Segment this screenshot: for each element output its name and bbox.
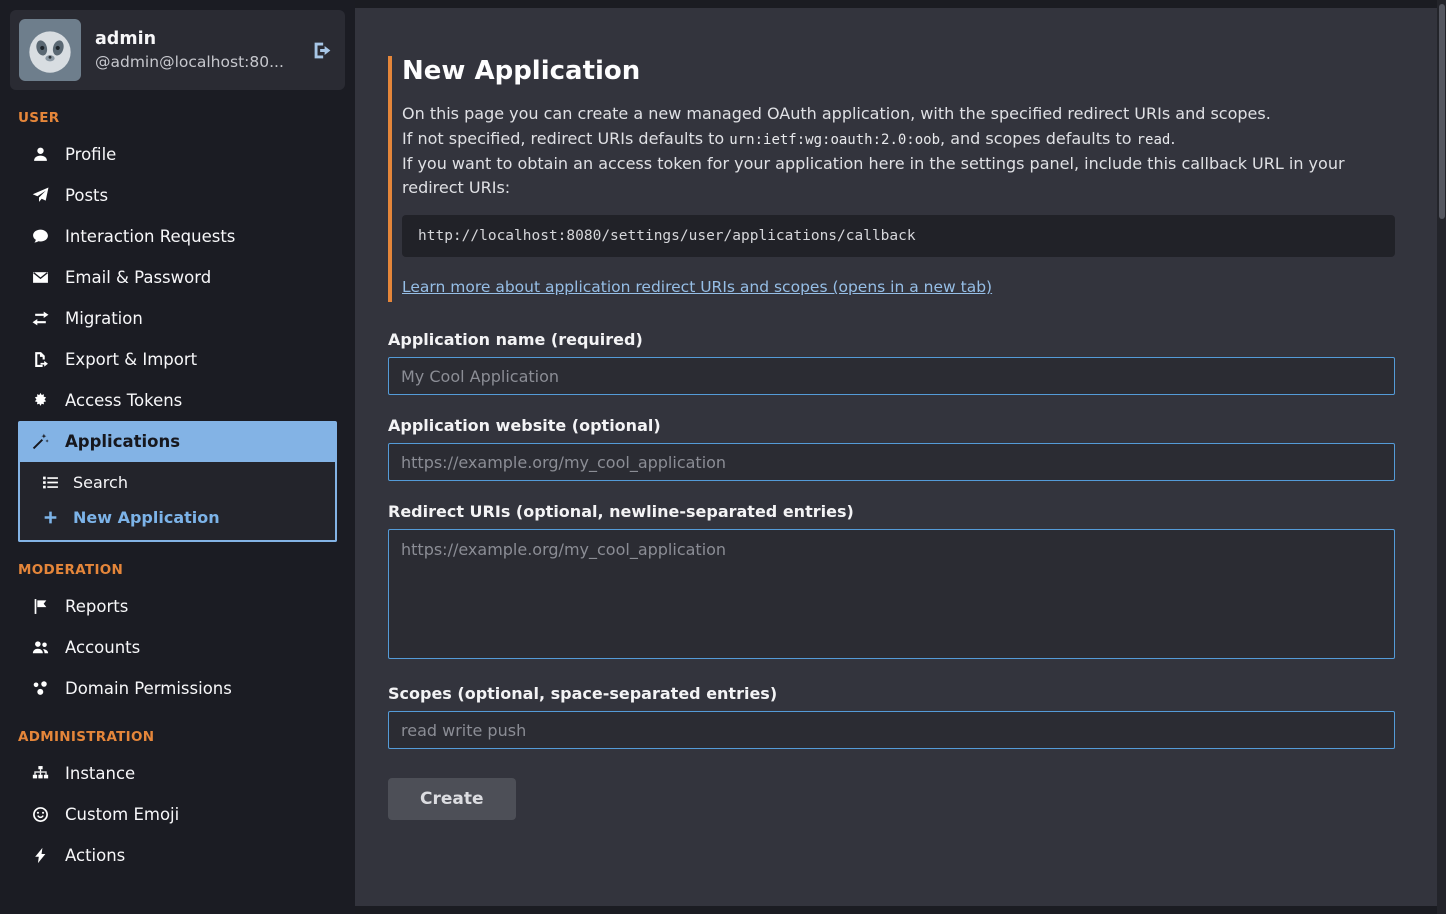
users-icon [30,639,50,656]
read-code: read [1137,132,1171,148]
sidebar-item-migration[interactable]: Migration [18,298,337,339]
dots-cluster-icon [30,680,50,697]
sidebar-item-instance[interactable]: Instance [18,753,337,794]
logout-icon[interactable] [312,40,333,61]
user-card[interactable]: admin @admin@localhost:80... [10,10,345,90]
envelope-icon [30,269,50,286]
oob-code: urn:ietf:wg:oauth:2.0:oob [729,132,940,148]
sidebar-item-actions[interactable]: Actions [18,835,337,876]
sidebar-item-label: New Application [73,508,220,527]
application-website-field: Application website (optional) [388,416,1395,481]
sidebar: admin @admin@localhost:80... USER Profil… [0,0,355,914]
intro-line-3: If you want to obtain an access token fo… [402,152,1395,202]
sidebar-item-label: Applications [65,432,180,451]
sidebar-item-domain-permissions[interactable]: Domain Permissions [18,668,337,709]
callback-url: http://localhost:8080/settings/user/appl… [418,228,916,244]
sidebar-item-export-import[interactable]: Export & Import [18,339,337,380]
sidebar-item-label: Profile [65,145,116,164]
sidebar-item-label: Instance [65,764,135,783]
sidebar-item-label: Access Tokens [65,391,182,410]
new-application-form: Application name (required) Application … [388,330,1395,820]
sidebar-item-search[interactable]: Search [20,465,335,500]
sidebar-item-posts[interactable]: Posts [18,175,337,216]
scopes-input[interactable] [388,711,1395,749]
scopes-label: Scopes (optional, space-separated entrie… [388,684,1395,703]
flag-icon [30,598,50,615]
scopes-field: Scopes (optional, space-separated entrie… [388,684,1395,749]
sidebar-item-new-application[interactable]: New Application [20,500,335,535]
sidebar-item-label: Export & Import [65,350,197,369]
callback-url-codeblock: http://localhost:8080/settings/user/appl… [402,215,1395,257]
sidebar-item-custom-emoji[interactable]: Custom Emoji [18,794,337,835]
avatar [19,19,81,81]
user-name: admin [95,29,284,49]
list-icon [40,474,60,491]
page-scrollbar[interactable] [1437,0,1446,914]
application-name-label: Application name (required) [388,330,1395,349]
scrollbar-thumb[interactable] [1439,4,1445,219]
application-name-field: Application name (required) [388,330,1395,395]
sitemap-icon [30,765,50,782]
applications-submenu: Search New Application [18,462,337,542]
main-panel: New Application On this page you can cre… [355,8,1437,906]
redirect-uris-field: Redirect URIs (optional, newline-separat… [388,502,1395,663]
section-label-moderation: MODERATION [18,562,337,578]
sidebar-item-accounts[interactable]: Accounts [18,627,337,668]
page-title: New Application [402,56,1395,86]
sidebar-item-label: Custom Emoji [65,805,179,824]
comment-icon [30,228,50,245]
application-name-input[interactable] [388,357,1395,395]
user-meta: admin @admin@localhost:80... [95,29,284,71]
sidebar-item-label: Interaction Requests [65,227,235,246]
learn-more-link[interactable]: Learn more about application redirect UR… [402,278,992,296]
certificate-icon [30,392,50,409]
magic-wand-icon [30,433,50,450]
redirect-uris-label: Redirect URIs (optional, newline-separat… [388,502,1395,521]
sidebar-item-label: Search [73,473,128,492]
intro-line-2: If not specified, redirect URIs defaults… [402,127,1395,152]
sidebar-item-access-tokens[interactable]: Access Tokens [18,380,337,421]
sidebar-item-label: Actions [65,846,125,865]
applications-group: Applications Search New Application [18,421,337,542]
application-website-input[interactable] [388,443,1395,481]
sidebar-item-label: Domain Permissions [65,679,232,698]
smile-icon [30,806,50,823]
sidebar-item-label: Migration [65,309,143,328]
sidebar-item-label: Posts [65,186,108,205]
plus-icon [40,509,60,526]
sidebar-item-reports[interactable]: Reports [18,586,337,627]
section-label-administration: ADMINISTRATION [18,729,337,745]
intro-line-2-pre: If not specified, redirect URIs defaults… [402,129,729,148]
redirect-uris-textarea[interactable] [388,529,1395,659]
intro-line-2-post: . [1170,129,1175,148]
application-website-label: Application website (optional) [388,416,1395,435]
sidebar-item-profile[interactable]: Profile [18,134,337,175]
intro-line-1: On this page you can create a new manage… [402,102,1395,127]
sidebar-item-interaction-requests[interactable]: Interaction Requests [18,216,337,257]
file-export-icon [30,351,50,368]
sidebar-item-email-password[interactable]: Email & Password [18,257,337,298]
create-button[interactable]: Create [388,778,516,820]
sidebar-item-label: Accounts [65,638,140,657]
sidebar-item-label: Reports [65,597,128,616]
intro-line-2-mid: , and scopes defaults to [940,129,1137,148]
user-handle: @admin@localhost:80... [95,53,284,71]
app-window: admin @admin@localhost:80... USER Profil… [0,0,1446,914]
section-label-user: USER [18,110,337,126]
sidebar-item-applications[interactable]: Applications [18,421,337,462]
sidebar-item-label: Email & Password [65,268,211,287]
page-intro: New Application On this page you can cre… [388,56,1395,302]
paper-plane-icon [30,187,50,204]
arrows-exchange-icon [30,310,50,327]
bolt-icon [30,847,50,864]
user-icon [30,146,50,163]
